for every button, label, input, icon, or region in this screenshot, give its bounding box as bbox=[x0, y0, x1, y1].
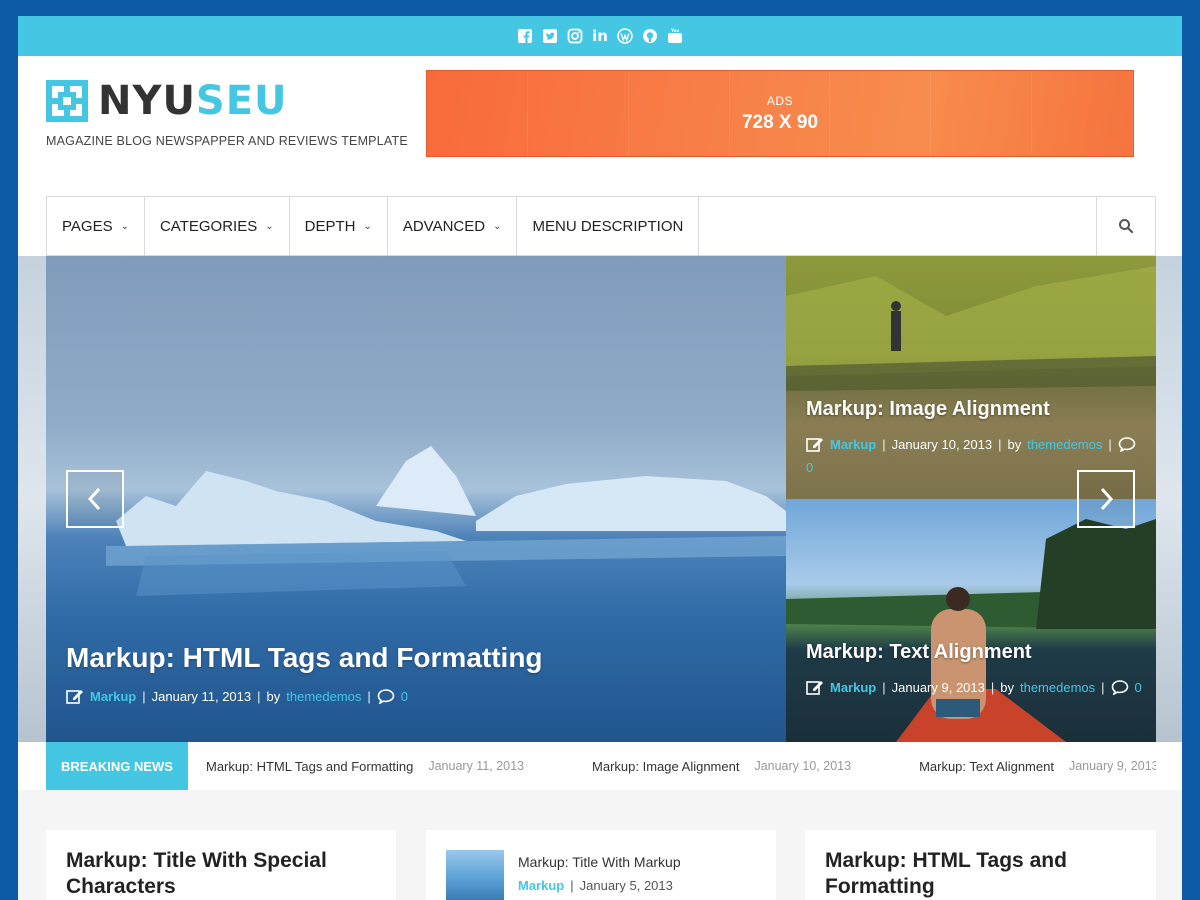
by-label: by bbox=[1000, 679, 1014, 695]
edit-icon bbox=[806, 438, 823, 452]
post-date: January 9, 2013 bbox=[891, 679, 985, 695]
comment-count[interactable]: 0 bbox=[401, 689, 408, 704]
edit-icon bbox=[66, 690, 83, 704]
slider-next-button[interactable] bbox=[1077, 470, 1135, 528]
chevron-down-icon: ⌄ bbox=[120, 220, 129, 232]
linkedin-icon[interactable]: in bbox=[592, 27, 609, 45]
ad-banner[interactable]: ADS 728 X 90 bbox=[426, 70, 1134, 157]
post-title[interactable]: Markup: Title With Markup bbox=[518, 854, 681, 870]
nav-item-categories[interactable]: CATEGORIES ⌄ bbox=[145, 197, 290, 255]
post-thumbnail[interactable] bbox=[446, 850, 504, 900]
lake-kayak-image bbox=[786, 519, 1156, 742]
breaking-news-label: BREAKING NEWS bbox=[46, 742, 188, 790]
side-slide-title[interactable]: Markup: Text Alignment bbox=[806, 641, 1032, 664]
post-title[interactable]: Markup: Title With Special Characters bbox=[66, 848, 386, 900]
search-icon bbox=[1119, 219, 1134, 234]
category-link[interactable]: Markup bbox=[830, 680, 876, 695]
chevron-down-icon: ⌄ bbox=[493, 220, 502, 232]
nav-item-depth[interactable]: DEPTH ⌄ bbox=[290, 197, 388, 255]
author-link[interactable]: themedemos bbox=[1027, 437, 1102, 452]
slider-prev-button[interactable] bbox=[66, 470, 124, 528]
nav-item-pages[interactable]: PAGES ⌄ bbox=[47, 197, 145, 255]
author-link[interactable]: themedemos bbox=[286, 689, 361, 704]
main-slide[interactable]: Markup: HTML Tags and Formatting Markup … bbox=[46, 256, 786, 742]
comment-icon bbox=[1118, 437, 1136, 452]
site-tagline: MAGAZINE BLOG NEWSPAPPER AND REVIEWS TEM… bbox=[46, 134, 408, 148]
social-bar: in You bbox=[18, 16, 1182, 56]
ticker-item[interactable]: Markup: Text Alignment January 9, 2013 bbox=[919, 759, 1156, 774]
comment-icon bbox=[1111, 680, 1128, 695]
news-ticker: Markup: HTML Tags and Formatting January… bbox=[188, 759, 1156, 774]
nav-item-menu-description[interactable]: MENU DESCRIPTION bbox=[517, 197, 700, 255]
youtube-icon[interactable]: You bbox=[667, 28, 684, 45]
post-card[interactable]: Markup: Title With Special Characters bbox=[46, 830, 396, 900]
ad-label: ADS bbox=[766, 93, 794, 108]
search-button[interactable] bbox=[1096, 197, 1155, 255]
svg-text:You: You bbox=[670, 28, 679, 33]
chevron-down-icon: ⌄ bbox=[265, 220, 274, 232]
side-slide-text-alignment[interactable]: Markup: Text Alignment Markup | January … bbox=[786, 499, 1156, 742]
logo-text: NYUSEU bbox=[98, 78, 288, 124]
twitter-icon[interactable] bbox=[542, 28, 559, 45]
wordpress-icon[interactable] bbox=[617, 28, 634, 45]
post-date: January 5, 2013 bbox=[579, 878, 673, 893]
side-slide-image-alignment[interactable]: Markup: Image Alignment Markup | January… bbox=[786, 256, 1156, 499]
side-slide-meta: Markup | January 9, 2013 | by themedemos… bbox=[806, 679, 1146, 695]
post-card[interactable]: Markup: HTML Tags and Formatting bbox=[805, 830, 1156, 900]
post-date: January 10, 2013 bbox=[891, 436, 993, 452]
post-meta: Markup | January 5, 2013 bbox=[518, 878, 673, 893]
category-link[interactable]: Markup bbox=[90, 689, 136, 704]
comment-count[interactable]: 0 bbox=[806, 460, 813, 475]
breaking-news-bar: BREAKING NEWS Markup: HTML Tags and Form… bbox=[46, 742, 1156, 790]
ticker-item[interactable]: Markup: HTML Tags and Formatting January… bbox=[206, 759, 524, 774]
page-frame: in You NYUSEU MAGAZINE BLOG NEWSPAPPER A… bbox=[18, 16, 1182, 900]
post-card[interactable]: Markup: Title With Markup Markup | Janua… bbox=[426, 830, 776, 900]
facebook-icon[interactable] bbox=[517, 28, 534, 45]
main-slide-meta: Markup | January 11, 2013 | by themedemo… bbox=[66, 688, 408, 704]
edit-icon bbox=[806, 681, 823, 695]
by-label: by bbox=[1007, 436, 1022, 452]
github-icon[interactable] bbox=[642, 28, 659, 45]
ticker-item[interactable]: Markup: Image Alignment January 10, 2013 bbox=[592, 759, 851, 774]
by-label: by bbox=[266, 688, 281, 704]
main-nav: PAGES ⌄ CATEGORIES ⌄ DEPTH ⌄ ADVANCED ⌄ MENU… bbox=[46, 196, 1156, 256]
side-slide-title[interactable]: Markup: Image Alignment bbox=[806, 398, 1050, 421]
site-logo[interactable]: NYUSEU bbox=[46, 80, 288, 122]
chevron-down-icon: ⌄ bbox=[363, 220, 372, 232]
author-link[interactable]: themedemos bbox=[1020, 680, 1095, 695]
instagram-icon[interactable] bbox=[567, 28, 584, 45]
nav-item-advanced[interactable]: ADVANCED ⌄ bbox=[388, 197, 518, 255]
chevron-left-icon bbox=[87, 487, 101, 511]
comment-icon bbox=[377, 689, 395, 704]
category-link[interactable]: Markup bbox=[830, 437, 876, 452]
category-link[interactable]: Markup bbox=[518, 878, 564, 893]
ad-size: 728 X 90 bbox=[741, 111, 819, 133]
post-date: January 11, 2013 bbox=[151, 688, 252, 704]
main-slide-title[interactable]: Markup: HTML Tags and Formatting bbox=[66, 642, 543, 674]
logo-mark-icon bbox=[46, 80, 88, 122]
post-title[interactable]: Markup: HTML Tags and Formatting bbox=[825, 848, 1145, 900]
comment-count[interactable]: 0 bbox=[1135, 680, 1142, 695]
chevron-right-icon bbox=[1100, 487, 1114, 511]
